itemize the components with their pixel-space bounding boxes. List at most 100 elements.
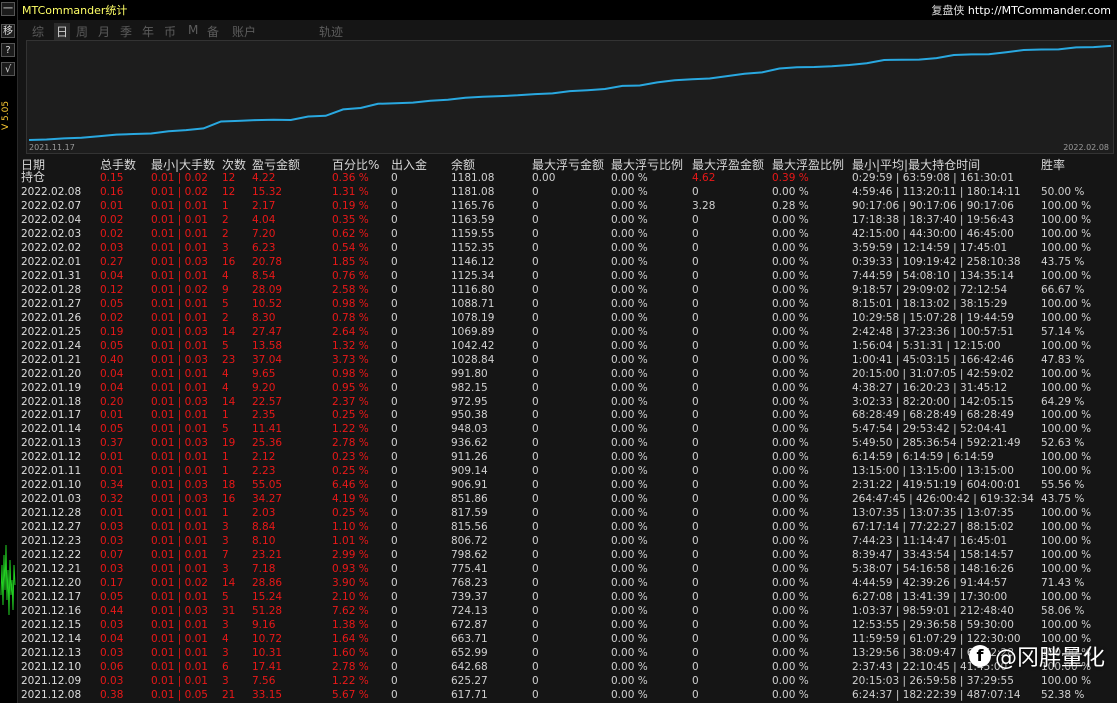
table-row[interactable]: 2021.12.16 0.44 0.01 | 0.03 31 51.28 7.62 % 0 7… xyxy=(18,604,1117,618)
tab-4[interactable]: 季 xyxy=(120,23,132,40)
table-cell: 0.00 % xyxy=(611,479,648,492)
table-cell: 0.01 | 0.01 xyxy=(151,339,208,352)
table-cell: 0.00 % xyxy=(611,269,648,282)
table-row[interactable]: 2022.02.08 0.16 0.01 | 0.02 12 15.32 1.31 % 0 1… xyxy=(18,185,1117,199)
table-row[interactable]: 2022.01.27 0.05 0.01 | 0.01 5 10.52 0.98 % 0 10… xyxy=(18,297,1117,311)
table-cell: 31 xyxy=(222,605,236,618)
table-row[interactable]: 持仓 0.15 0.01 | 0.02 12 4.22 0.36 % 0 1181.08 0.0… xyxy=(18,171,1117,185)
brand-url[interactable]: http://MTCommander.com xyxy=(968,4,1111,17)
table-cell: 6.23 xyxy=(252,241,276,254)
table-row[interactable]: 2021.12.20 0.17 0.01 | 0.02 14 28.86 3.90 % 0 7… xyxy=(18,576,1117,590)
table-cell: 0.17 xyxy=(100,577,124,590)
table-row[interactable]: 2021.12.09 0.03 0.01 | 0.01 3 7.56 1.22 % 0 625… xyxy=(18,674,1117,688)
table-cell: 0.01 | 0.01 xyxy=(151,311,208,324)
table-cell: 0 xyxy=(692,437,699,450)
table-row[interactable]: 2022.02.07 0.01 0.01 | 0.01 1 2.17 0.19 % 0 116… xyxy=(18,199,1117,213)
table-row[interactable]: 2021.12.27 0.03 0.01 | 0.01 3 8.84 1.10 % 0 815… xyxy=(18,520,1117,534)
table-row[interactable]: 2021.12.15 0.03 0.01 | 0.01 3 9.16 1.38 % 0 672… xyxy=(18,618,1117,632)
table-row[interactable]: 2022.01.25 0.19 0.01 | 0.03 14 27.47 2.64 % 0 1… xyxy=(18,325,1117,339)
table-cell: 0 xyxy=(391,409,398,422)
table-row[interactable]: 2021.12.10 0.06 0.01 | 0.01 6 17.41 2.78 % 0 64… xyxy=(18,660,1117,674)
table-row[interactable]: 2022.01.03 0.32 0.01 | 0.03 16 34.27 4.19 % 0 8… xyxy=(18,492,1117,506)
table-row[interactable]: 2021.12.28 0.01 0.01 | 0.01 1 2.03 0.25 % 0 817… xyxy=(18,506,1117,520)
table-row[interactable]: 2021.12.13 0.03 0.01 | 0.01 3 10.31 1.60 % 0 65… xyxy=(18,646,1117,660)
brand-link[interactable]: 复盘侠 http://MTCommander.com xyxy=(931,2,1111,18)
table-cell: 0 xyxy=(692,325,699,338)
table-row[interactable]: 2022.01.24 0.05 0.01 | 0.01 5 13.58 1.32 % 0 10… xyxy=(18,339,1117,353)
move-button[interactable]: 移 xyxy=(1,24,15,38)
table-cell: 11.41 xyxy=(252,423,283,436)
table-row[interactable]: 2022.01.26 0.02 0.01 | 0.01 2 8.30 0.78 % 0 107… xyxy=(18,311,1117,325)
tab-0[interactable]: 综 xyxy=(32,23,44,40)
table-row[interactable]: 2022.01.11 0.01 0.01 | 0.01 1 2.23 0.25 % 0 909… xyxy=(18,464,1117,478)
table-cell: 0 xyxy=(532,549,539,562)
table-row[interactable]: 2021.12.17 0.05 0.01 | 0.01 5 15.24 2.10 % 0 73… xyxy=(18,590,1117,604)
table-cell: 0 xyxy=(391,311,398,324)
tab-8[interactable]: 备 xyxy=(207,23,219,40)
table-cell: 3 xyxy=(222,241,229,254)
table-row[interactable]: 2022.01.13 0.37 0.01 | 0.03 19 25.36 2.78 % 0 9… xyxy=(18,436,1117,450)
tab-2[interactable]: 周 xyxy=(76,23,88,40)
table-row[interactable]: 2021.12.22 0.07 0.01 | 0.01 7 23.21 2.99 % 0 79… xyxy=(18,548,1117,562)
table-cell: 0 xyxy=(692,674,699,687)
table-cell: 0.01 | 0.02 xyxy=(151,283,208,296)
table-cell: 0.01 | 0.01 xyxy=(151,199,208,212)
table-cell: 0.00 % xyxy=(772,255,809,268)
help-button[interactable]: ? xyxy=(1,43,15,57)
table-row[interactable]: 2022.01.17 0.01 0.01 | 0.01 1 2.35 0.25 % 0 950… xyxy=(18,408,1117,422)
tab-1[interactable]: 日 xyxy=(54,23,71,40)
tab-6[interactable]: 币 xyxy=(164,23,176,40)
table-cell: 0.98 % xyxy=(332,367,369,380)
table-cell: 0 xyxy=(391,185,398,198)
table-row[interactable]: 2021.12.21 0.03 0.01 | 0.01 3 7.18 0.93 % 0 775… xyxy=(18,562,1117,576)
table-cell: 2022.01.20 xyxy=(21,367,82,380)
table-cell: 14 xyxy=(222,577,236,590)
table-cell: 0 xyxy=(391,395,398,408)
tab-9[interactable]: 账户 xyxy=(232,23,256,40)
tab-3[interactable]: 月 xyxy=(98,23,110,40)
table-cell: 0 xyxy=(391,660,398,673)
table-cell: 0 xyxy=(692,632,699,645)
table-cell: 0 xyxy=(692,493,699,506)
table-row[interactable]: 2021.12.23 0.03 0.01 | 0.01 3 8.10 1.01 % 0 806… xyxy=(18,534,1117,548)
table-cell: 1165.76 xyxy=(451,199,495,212)
table-row[interactable]: 2022.01.10 0.34 0.01 | 0.03 18 55.05 6.46 % 0 9… xyxy=(18,478,1117,492)
table-row[interactable]: 2022.01.20 0.04 0.01 | 0.01 4 9.65 0.98 % 0 991… xyxy=(18,367,1117,381)
table-row[interactable]: 2022.02.04 0.02 0.01 | 0.01 2 4.04 0.35 % 0 116… xyxy=(18,213,1117,227)
table-row[interactable]: 2022.01.31 0.04 0.01 | 0.01 4 8.54 0.76 % 0 112… xyxy=(18,269,1117,283)
table-cell: 617.71 xyxy=(451,688,488,701)
table-row[interactable]: 2022.01.19 0.04 0.01 | 0.01 4 9.20 0.95 % 0 982… xyxy=(18,381,1117,395)
table-cell: 0.00 % xyxy=(611,325,648,338)
table-cell: 0.01 | 0.02 xyxy=(151,185,208,198)
check-button[interactable]: √ xyxy=(1,62,15,76)
table-cell: 0.01 xyxy=(100,451,124,464)
table-cell: 0.00 % xyxy=(772,325,809,338)
table-cell: 0 xyxy=(692,227,699,240)
table-cell: 0.19 xyxy=(100,325,124,338)
table-cell: 47.83 % xyxy=(1041,353,1085,366)
table-row[interactable]: 2022.01.18 0.20 0.01 | 0.03 14 22.57 2.37 % 0 9… xyxy=(18,395,1117,409)
table-cell: 100.00 % xyxy=(1041,241,1092,254)
tab-5[interactable]: 年 xyxy=(142,23,154,40)
tab-7[interactable]: M xyxy=(188,23,198,37)
table-row[interactable]: 2022.01.12 0.01 0.01 | 0.01 1 2.12 0.23 % 0 911… xyxy=(18,450,1117,464)
tab-10[interactable]: 轨迹 xyxy=(319,23,343,40)
table-row[interactable]: 2022.01.21 0.40 0.01 | 0.03 23 37.04 3.73 % 0 1… xyxy=(18,353,1117,367)
table-row[interactable]: 2022.02.01 0.27 0.01 | 0.03 16 20.78 1.85 % 0 1… xyxy=(18,255,1117,269)
table-cell: 3.28 xyxy=(692,199,716,212)
table-cell: 100.00 % xyxy=(1041,535,1092,548)
table-cell: 0.01 | 0.01 xyxy=(151,674,208,687)
minimize-button[interactable]: 一 xyxy=(1,2,15,16)
table-cell: 3 xyxy=(222,563,229,576)
table-cell: 0.00 % xyxy=(611,521,648,534)
table-cell: 0.00 % xyxy=(772,549,809,562)
table-row[interactable]: 2022.01.28 0.12 0.01 | 0.02 9 28.09 2.58 % 0 11… xyxy=(18,283,1117,297)
table-row[interactable]: 2022.01.14 0.05 0.01 | 0.01 5 11.41 1.22 % 0 94… xyxy=(18,422,1117,436)
table-row[interactable]: 2022.02.02 0.03 0.01 | 0.01 3 6.23 0.54 % 0 115… xyxy=(18,241,1117,255)
table-cell: 0.25 % xyxy=(332,507,369,520)
table-row[interactable]: 2021.12.08 0.38 0.01 | 0.05 21 33.15 5.67 % 0 6… xyxy=(18,688,1117,702)
table-cell: 3:59:59 | 12:14:59 | 17:45:01 xyxy=(852,241,1008,254)
table-row[interactable]: 2022.02.03 0.02 0.01 | 0.01 2 7.20 0.62 % 0 115… xyxy=(18,227,1117,241)
table-row[interactable]: 2021.12.14 0.04 0.01 | 0.01 4 10.72 1.64 % 0 66… xyxy=(18,632,1117,646)
table-cell: 2.12 xyxy=(252,451,276,464)
